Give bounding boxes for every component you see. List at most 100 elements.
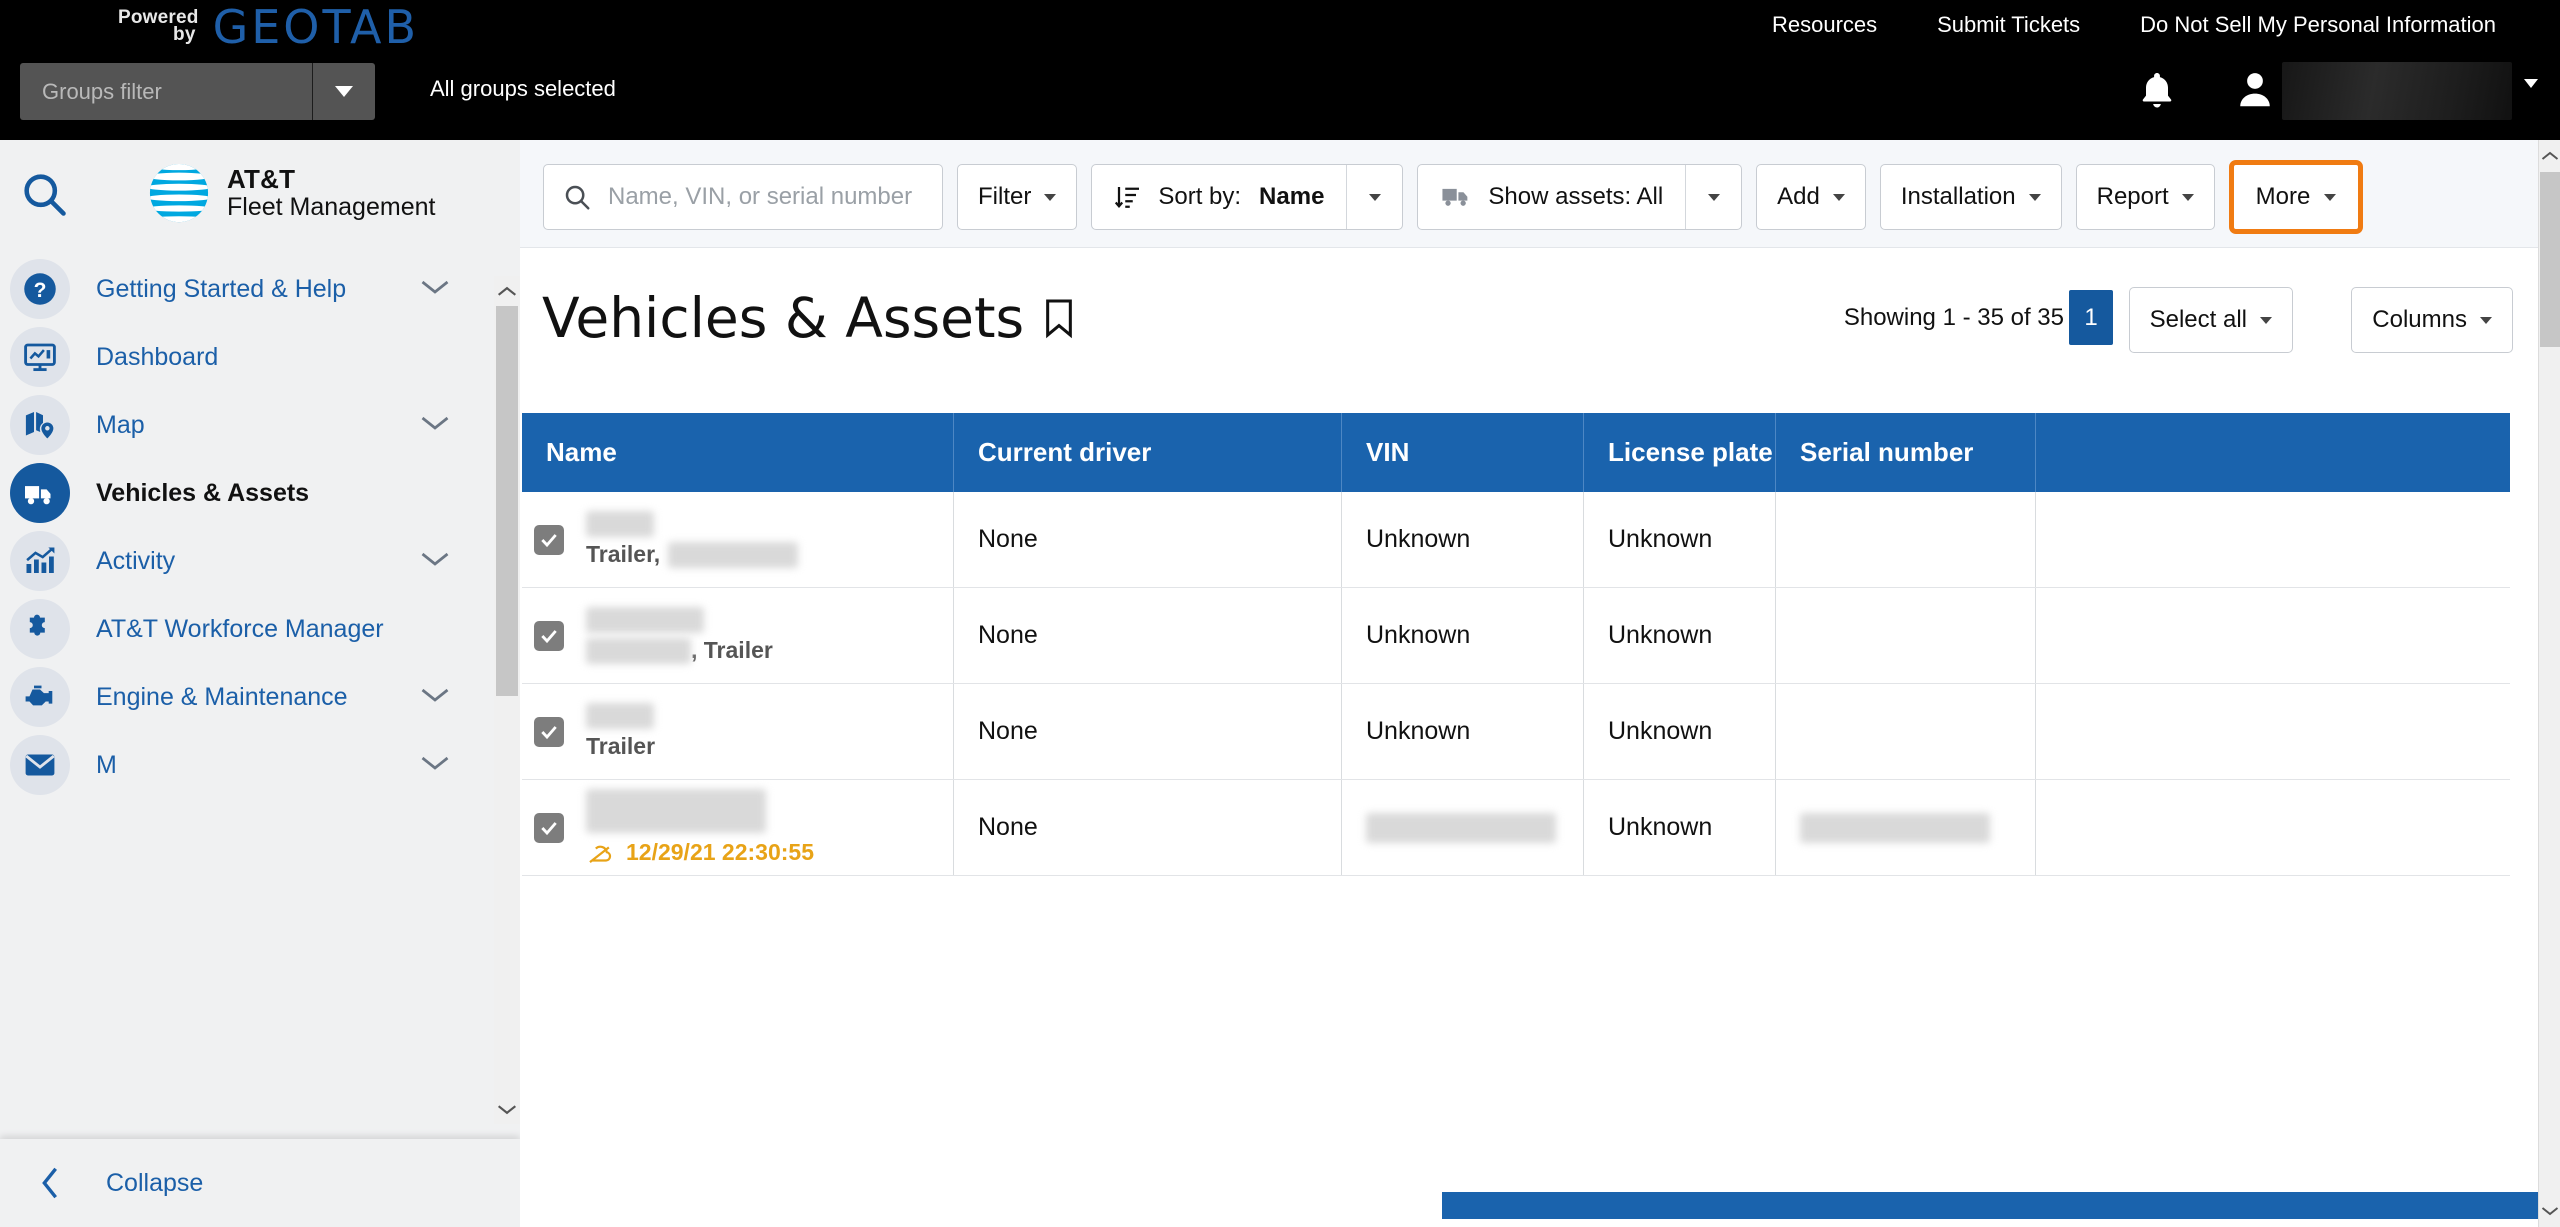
more-label: More (2255, 183, 2311, 210)
table-row[interactable]: , Trailer None Unknown Unknown (522, 588, 2510, 684)
report-button[interactable]: Report (2075, 164, 2215, 230)
powered-by-text: Powered by (118, 4, 199, 44)
asset-subtitle-row: Trailer, (586, 541, 799, 568)
cell-serial-number[interactable] (1776, 684, 2036, 779)
cell-license-plate[interactable]: Unknown (1584, 492, 1776, 587)
collapse-sidebar-button[interactable]: Collapse (0, 1139, 520, 1227)
chevron-down-icon (2260, 316, 2272, 324)
cell-name[interactable]: , Trailer (522, 588, 954, 683)
checkmark-icon (541, 725, 557, 739)
notifications-bell-button[interactable] (2135, 68, 2179, 119)
filter-button[interactable]: Filter (957, 164, 1078, 230)
nav-link-submit-tickets[interactable]: Submit Tickets (1907, 12, 2110, 38)
user-avatar-icon[interactable] (2232, 66, 2278, 119)
table-row[interactable]: 12/29/21 22:30:55 None Unknown (522, 780, 2510, 876)
stale-timestamp: 12/29/21 22:30:55 (626, 839, 814, 865)
cell-serial-number[interactable] (1776, 492, 2036, 587)
att-globe-icon (149, 163, 209, 223)
horizontal-scrollbar[interactable] (1442, 1192, 2560, 1219)
nav-link-do-not-sell[interactable]: Do Not Sell My Personal Information (2110, 12, 2526, 38)
main-content: Name, VIN, or serial number Filter Sort … (520, 140, 2560, 1227)
nav-link-resources[interactable]: Resources (1742, 12, 1907, 38)
chevron-down-icon (2324, 193, 2337, 201)
table-row[interactable]: Trailer, None Unknown Unknown (522, 492, 2510, 588)
cell-current-driver[interactable]: None (954, 780, 1342, 875)
username-redacted-field[interactable] (2282, 62, 2512, 120)
sidebar-item-dashboard[interactable]: Dashboard (0, 323, 508, 391)
cell-license-plate[interactable]: Unknown (1584, 780, 1776, 875)
page-title: Vehicles & Assets (542, 286, 1076, 350)
column-header-name[interactable]: Name (522, 413, 954, 492)
sidebar-scrollbar-thumb[interactable] (496, 306, 518, 696)
sidebar-item-map[interactable]: Map (0, 391, 508, 459)
cell-license-plate[interactable]: Unknown (1584, 684, 1776, 779)
sidebar-scrollbar[interactable] (494, 276, 520, 1124)
show-assets-control[interactable]: Show assets: All (1417, 164, 1743, 230)
att-brand-name: AT&T (227, 163, 296, 194)
column-header-vin[interactable]: VIN (1342, 413, 1584, 492)
cell-current-driver[interactable]: None (954, 684, 1342, 779)
groups-filter-caret[interactable] (313, 86, 375, 97)
sidebar-search-button[interactable] (18, 168, 70, 225)
cell-serial-number[interactable] (1776, 588, 2036, 683)
cell-current-driver[interactable]: None (954, 492, 1342, 587)
cell-serial-number[interactable] (1776, 780, 2036, 875)
column-header-serial-number[interactable]: Serial number (1776, 413, 2036, 492)
chevron-down-icon[interactable] (420, 549, 450, 574)
chevron-down-icon[interactable] (420, 277, 450, 302)
columns-button[interactable]: Columns (2351, 287, 2513, 353)
user-menu-caret[interactable] (2524, 79, 2538, 106)
sort-by-control[interactable]: Sort by: Name (1091, 164, 1404, 230)
sidebar-item-activity[interactable]: Activity (0, 527, 508, 595)
top-header-bar: Powered by GEOTAB Resources Submit Ticke… (0, 0, 2560, 140)
select-all-button[interactable]: Select all (2128, 287, 2293, 353)
row-checkbox[interactable] (534, 716, 564, 747)
sidebar-item-messages[interactable]: M (0, 731, 508, 799)
sidebar-item-workforce-manager[interactable]: AT&T Workforce Manager (0, 595, 508, 663)
cell-vin[interactable] (1342, 780, 1584, 875)
chevron-down-icon (1707, 193, 1720, 201)
monitor-chart-icon-wrap (10, 327, 70, 387)
sidebar-item-vehicles-assets[interactable]: Vehicles & Assets (0, 459, 508, 527)
page-number-button[interactable]: 1 (2069, 290, 2113, 345)
cell-vin[interactable]: Unknown (1342, 492, 1584, 587)
groups-filter-dropdown[interactable]: Groups filter (20, 63, 375, 120)
row-checkbox[interactable] (534, 812, 564, 843)
search-input-wrapper[interactable]: Name, VIN, or serial number (543, 164, 943, 230)
add-button[interactable]: Add (1756, 164, 1866, 230)
table-row[interactable]: Trailer None Unknown Unknown (522, 684, 2510, 780)
cell-current-driver[interactable]: None (954, 588, 1342, 683)
cell-name[interactable]: Trailer, (522, 492, 954, 587)
cell-vin[interactable]: Unknown (1342, 684, 1584, 779)
cell-name[interactable]: Trailer (522, 684, 954, 779)
scroll-up-arrow-icon[interactable] (494, 276, 520, 306)
cell-name[interactable]: 12/29/21 22:30:55 (522, 780, 954, 875)
sidebar-item-getting-started[interactable]: ? Getting Started & Help (0, 255, 508, 323)
sort-by-main[interactable]: Sort by: Name (1092, 165, 1346, 229)
show-assets-main[interactable]: Show assets: All (1418, 165, 1685, 229)
chevron-down-icon[interactable] (420, 413, 450, 438)
scroll-down-arrow-icon[interactable] (2539, 1195, 2560, 1227)
scroll-down-arrow-icon[interactable] (494, 1094, 520, 1124)
row-checkbox[interactable] (534, 620, 564, 651)
sidebar-item-engine-maintenance[interactable]: Engine & Maintenance (0, 663, 508, 731)
cell-license-plate[interactable]: Unknown (1584, 588, 1776, 683)
search-icon (24, 174, 66, 216)
toolbar-left-group: Name, VIN, or serial number Filter Sort … (543, 160, 2364, 234)
column-header-current-driver[interactable]: Current driver (954, 413, 1342, 492)
sort-by-caret[interactable] (1347, 165, 1402, 229)
chevron-down-icon[interactable] (420, 685, 450, 710)
page-scrollbar[interactable] (2538, 140, 2560, 1227)
messages-icon (25, 754, 55, 776)
row-checkbox[interactable] (534, 524, 564, 555)
installation-button[interactable]: Installation (1879, 164, 2062, 230)
vin-redacted (1366, 812, 1556, 843)
chevron-down-icon (1832, 193, 1845, 201)
scroll-up-arrow-icon[interactable] (2539, 140, 2560, 172)
page-scrollbar-thumb[interactable] (2540, 172, 2560, 347)
chevron-down-icon[interactable] (420, 753, 450, 778)
column-header-license-plate[interactable]: License plate (1584, 413, 1776, 492)
more-button[interactable]: More (2228, 160, 2364, 234)
cell-vin[interactable]: Unknown (1342, 588, 1584, 683)
show-assets-caret[interactable] (1686, 165, 1741, 229)
